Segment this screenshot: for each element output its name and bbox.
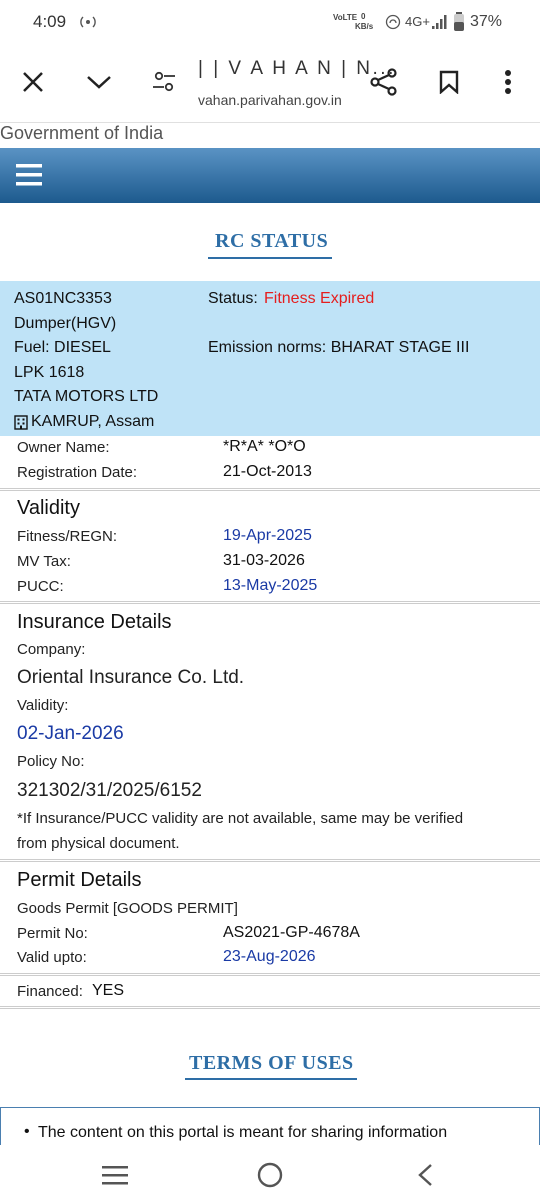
vehicle-class: Dumper(HGV) bbox=[14, 315, 117, 332]
reg-date-value: 21-Oct-2013 bbox=[223, 463, 312, 480]
network-type: 4G+ bbox=[405, 14, 430, 29]
mv-tax-value: 31-03-2026 bbox=[223, 552, 305, 569]
url-text[interactable]: vahan.parivahan.gov.in bbox=[198, 92, 342, 108]
vehicle-maker: TATA MOTORS LTD bbox=[14, 388, 159, 405]
financed-label: Financed: bbox=[17, 983, 83, 1000]
recent-apps-icon[interactable] bbox=[102, 1164, 128, 1186]
permit-valid-label: Valid upto: bbox=[17, 949, 87, 966]
divider bbox=[0, 1006, 540, 1009]
permit-valid-value: 23-Aug-2026 bbox=[223, 948, 316, 965]
status-time: 4:09 bbox=[33, 12, 67, 31]
android-nav-bar bbox=[0, 1145, 540, 1204]
more-vert-icon[interactable] bbox=[504, 69, 512, 95]
chevron-down-icon[interactable] bbox=[86, 74, 112, 90]
fitness-value: 19-Apr-2025 bbox=[223, 527, 312, 544]
owner-name-value: *R*A* *O*O bbox=[223, 438, 306, 455]
insurance-title: Insurance Details bbox=[17, 611, 172, 633]
terms-underline bbox=[185, 1078, 357, 1080]
nav-bar bbox=[0, 148, 540, 203]
financed-value: YES bbox=[92, 982, 125, 999]
rto-location: KAMRUP, Assam bbox=[31, 413, 155, 430]
vehicle-model: LPK 1618 bbox=[14, 364, 85, 381]
fitness-label: Fitness/REGN: bbox=[17, 528, 118, 545]
hamburger-menu-icon[interactable] bbox=[16, 163, 42, 187]
share-icon[interactable] bbox=[370, 68, 398, 96]
signal-icon bbox=[432, 15, 447, 29]
tune-icon[interactable] bbox=[152, 70, 176, 94]
terms-heading: TERMS OF USES bbox=[189, 1052, 354, 1074]
divider bbox=[0, 973, 540, 976]
insurance-note-line1: *If Insurance/PUCC validity are not avai… bbox=[17, 810, 464, 827]
company-value: Oriental Insurance Co. Ltd. bbox=[17, 667, 245, 688]
gov-label: Government of India bbox=[0, 123, 164, 143]
fuel-type: Fuel: DIESEL bbox=[14, 339, 111, 356]
data-speed-unit: KB/s bbox=[355, 22, 374, 31]
rc-status-underline bbox=[208, 257, 332, 259]
back-icon[interactable] bbox=[416, 1163, 434, 1187]
insurance-note-line2: from physical document. bbox=[17, 835, 180, 852]
hotspot-icon bbox=[80, 16, 96, 28]
pucc-value: 13-May-2025 bbox=[223, 577, 318, 594]
building-icon bbox=[14, 415, 28, 430]
terms-item: The content on this portal is meant for … bbox=[38, 1124, 448, 1141]
status-bar: 4:09 VoLTE 0 KB/s 4G+ 37% bbox=[0, 0, 540, 44]
permit-no-value: AS2021-GP-4678A bbox=[223, 924, 360, 941]
reg-number: AS01NC3353 bbox=[14, 290, 112, 307]
wifi-calling-icon bbox=[385, 14, 401, 30]
browser-toolbar: | | V A H A N | N... vahan.parivahan.gov… bbox=[0, 44, 540, 123]
policy-value: 321302/31/2025/6152 bbox=[17, 780, 202, 801]
company-label: Company: bbox=[17, 641, 86, 658]
insurance-validity-value: 02-Jan-2026 bbox=[17, 723, 124, 744]
permit-title: Permit Details bbox=[17, 869, 142, 891]
insurance-validity-label: Validity: bbox=[17, 697, 69, 714]
policy-label: Policy No: bbox=[17, 753, 85, 770]
home-icon[interactable] bbox=[257, 1162, 283, 1188]
validity-title: Validity bbox=[17, 497, 80, 519]
data-speed-value: 0 bbox=[361, 12, 366, 21]
page-title[interactable]: | | V A H A N | N... bbox=[198, 58, 396, 80]
owner-name-label: Owner Name: bbox=[17, 439, 110, 456]
rc-status-heading: RC STATUS bbox=[215, 230, 329, 252]
status-value: Fitness Expired bbox=[264, 290, 375, 307]
battery-level: 37% bbox=[470, 13, 503, 30]
divider bbox=[0, 859, 540, 862]
status-label: Status: bbox=[208, 290, 258, 307]
reg-date-label: Registration Date: bbox=[17, 464, 138, 481]
emission-norms: Emission norms: BHARAT STAGE III bbox=[208, 339, 470, 356]
bookmark-icon[interactable] bbox=[439, 70, 459, 94]
permit-type: Goods Permit [GOODS PERMIT] bbox=[17, 900, 238, 917]
battery-icon bbox=[454, 12, 464, 31]
volte-indicator: VoLTE bbox=[333, 13, 358, 22]
close-icon[interactable] bbox=[22, 71, 44, 93]
terms-bullet: • bbox=[24, 1123, 30, 1140]
pucc-label: PUCC: bbox=[17, 578, 64, 595]
permit-no-label: Permit No: bbox=[17, 925, 88, 942]
divider bbox=[0, 601, 540, 604]
mv-tax-label: MV Tax: bbox=[17, 553, 71, 570]
divider bbox=[0, 488, 540, 491]
